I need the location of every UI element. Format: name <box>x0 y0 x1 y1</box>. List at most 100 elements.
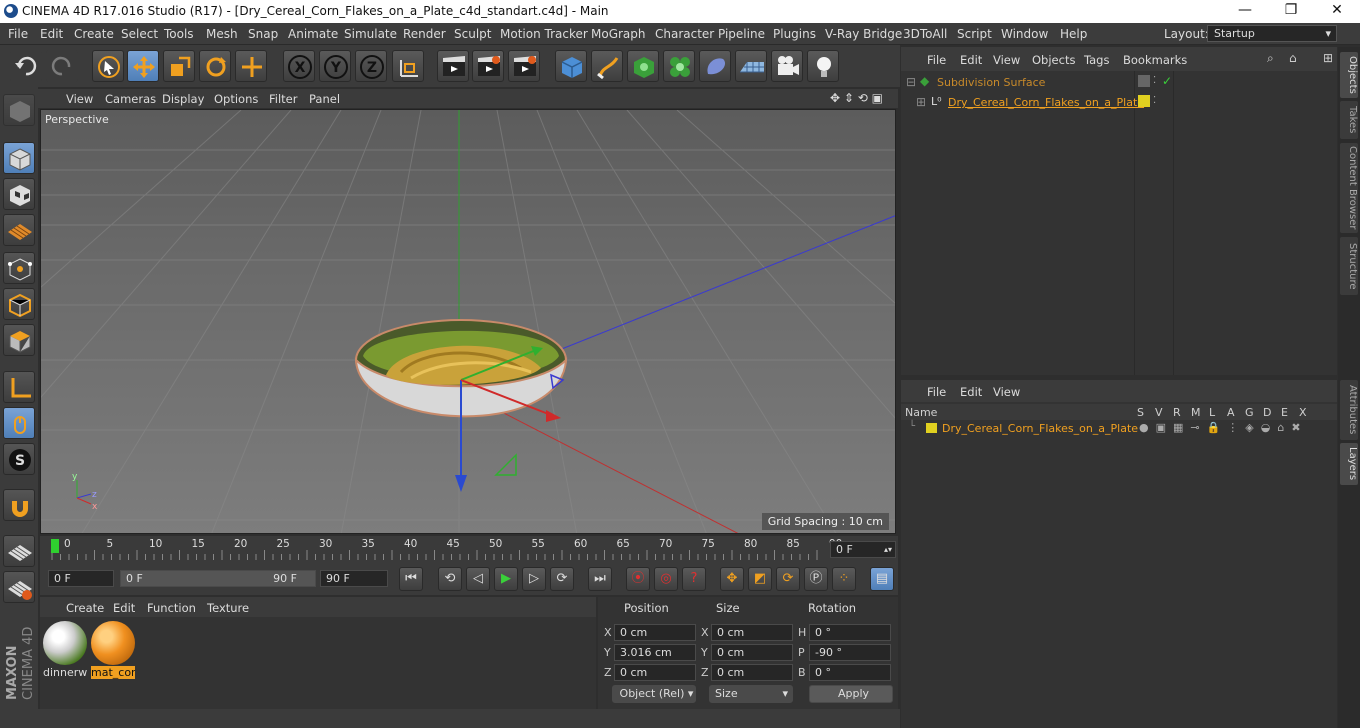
layout-select[interactable]: Startup ▾ <box>1207 25 1337 42</box>
new-view-icon[interactable]: ⊞ <box>1323 51 1333 65</box>
play-button[interactable]: ▶ <box>494 567 518 591</box>
object-menu-objects[interactable]: Objects <box>1032 53 1075 67</box>
collapse-icon[interactable]: ⊟ <box>906 75 916 89</box>
prev-frame-button[interactable]: ◁ <box>466 567 490 591</box>
move-tool-button[interactable] <box>127 50 159 82</box>
max-frame-field[interactable]: 90 F <box>320 570 388 587</box>
col-xref[interactable]: X <box>1299 406 1307 419</box>
solo-mode-button[interactable]: S <box>3 443 35 475</box>
scale-tool-button[interactable] <box>163 50 195 82</box>
col-solo[interactable]: S <box>1137 406 1144 419</box>
y-axis-lock-button[interactable]: Y <box>319 50 351 82</box>
goto-end-button[interactable]: ⏭ <box>588 567 612 591</box>
home-icon[interactable]: ⌂ <box>1289 51 1297 65</box>
size-mode-select[interactable]: Size ▾ <box>709 685 793 703</box>
coordinate-mode-select[interactable]: Object (Rel) ▾ <box>612 685 696 703</box>
timeline-ruler[interactable]: 051015202530354045505560657075808590 0 F… <box>40 536 898 562</box>
make-editable-button[interactable] <box>3 94 35 126</box>
menu-mesh[interactable]: Mesh <box>206 27 238 41</box>
search-icon[interactable]: ⌕ <box>1267 51 1274 66</box>
material-menu-texture[interactable]: Texture <box>207 601 249 615</box>
camera-button[interactable] <box>771 50 803 82</box>
material-menu-create[interactable]: Create <box>66 601 104 615</box>
layer-flag-icons[interactable]: ●▣▦⊸🔒⋮◈◒⌂✖ <box>1139 421 1308 434</box>
size-z-field[interactable]: 0 cm <box>711 664 793 681</box>
next-key-button[interactable]: ⟳ <box>550 567 574 591</box>
subdivision-surface-button[interactable] <box>627 50 659 82</box>
menu-create[interactable]: Create <box>74 27 114 41</box>
menu-motion-tracker[interactable]: Motion Tracker <box>500 27 588 41</box>
menu-character[interactable]: Character <box>655 27 714 41</box>
menu-sculpt[interactable]: Sculpt <box>454 27 491 41</box>
material-swatch-dinnerware[interactable]: dinnerw <box>43 621 87 679</box>
position-y-field[interactable]: 3.016 cm <box>614 644 696 661</box>
layer-menu-edit[interactable]: Edit <box>960 385 982 399</box>
key-position-button[interactable]: ✥ <box>720 567 744 591</box>
material-menu-function[interactable]: Function <box>147 601 196 615</box>
position-z-field[interactable]: 0 cm <box>614 664 696 681</box>
pen-spline-button[interactable] <box>591 50 623 82</box>
material-swatch-corn[interactable]: mat_cor <box>91 621 135 679</box>
key-parameter-button[interactable]: Ⓟ <box>804 567 828 591</box>
material-menu-edit[interactable]: Edit <box>113 601 135 615</box>
render-picture-viewer-button[interactable] <box>472 50 504 82</box>
tab-layers[interactable]: Layers <box>1340 443 1358 485</box>
tab-attributes[interactable]: Attributes <box>1340 380 1358 440</box>
maximize-button[interactable]: ❐ <box>1268 0 1314 23</box>
light-button[interactable] <box>807 50 839 82</box>
menu-render[interactable]: Render <box>403 27 446 41</box>
object-menu-bookmarks[interactable]: Bookmarks <box>1123 53 1187 67</box>
timeline-end-field[interactable]: 0 F ▴▾ <box>830 541 896 558</box>
3d-viewport[interactable]: y zx Perspective Grid Spacing : 10 cm <box>40 109 896 534</box>
axis-mode-button[interactable] <box>3 371 35 403</box>
viewport-menu-view[interactable]: View <box>66 92 93 106</box>
floor-button[interactable] <box>735 50 767 82</box>
layer-color-swatch[interactable] <box>926 423 937 433</box>
rotation-b-field[interactable]: 0 ° <box>809 664 891 681</box>
tab-content-browser[interactable]: Content Browser <box>1340 143 1358 233</box>
col-generators[interactable]: G <box>1245 406 1254 419</box>
deformer-button[interactable] <box>699 50 731 82</box>
col-locked[interactable]: L <box>1209 406 1215 419</box>
cube-primitive-button[interactable] <box>555 50 587 82</box>
close-button[interactable]: ✕ <box>1314 0 1360 23</box>
next-frame-button[interactable]: ▷ <box>522 567 546 591</box>
goto-start-button[interactable]: ⏮ <box>399 567 423 591</box>
x-axis-lock-button[interactable]: X <box>283 50 315 82</box>
cloner-button[interactable] <box>663 50 695 82</box>
viewport-nav-icons[interactable]: ✥ ⇕ ⟲ ▣ <box>830 91 883 105</box>
layer-menu-view[interactable]: View <box>993 385 1020 399</box>
texture-mode-button[interactable] <box>3 178 35 210</box>
model-mode-button[interactable] <box>3 142 35 174</box>
viewport-menu-filter[interactable]: Filter <box>269 92 297 106</box>
expand-icon[interactable]: ⊞ <box>916 95 926 109</box>
menu-simulate[interactable]: Simulate <box>344 27 397 41</box>
grid-snap-button[interactable] <box>3 571 35 603</box>
col-render[interactable]: R <box>1173 406 1181 419</box>
apply-button[interactable]: Apply <box>809 685 893 703</box>
menu-snap[interactable]: Snap <box>248 27 278 41</box>
viewport-menu-options[interactable]: Options <box>214 92 258 106</box>
col-name[interactable]: Name <box>905 406 937 419</box>
timeline-window-button[interactable]: ▤ <box>870 567 894 591</box>
visibility-dots-icon[interactable]: ⁚ <box>1153 75 1156 86</box>
snap-button[interactable] <box>3 489 35 521</box>
rotation-p-field[interactable]: -90 ° <box>809 644 891 661</box>
key-pla-button[interactable]: ⁘ <box>832 567 856 591</box>
menu-3dtoall[interactable]: 3DToAll <box>903 27 947 41</box>
object-menu-tags[interactable]: Tags <box>1084 53 1109 67</box>
points-mode-button[interactable] <box>3 252 35 284</box>
render-view-button[interactable] <box>437 50 469 82</box>
render-settings-button[interactable] <box>508 50 540 82</box>
tab-objects[interactable]: Objects <box>1340 52 1358 98</box>
menu-script[interactable]: Script <box>957 27 992 41</box>
key-scale-button[interactable]: ◩ <box>748 567 772 591</box>
z-axis-lock-button[interactable]: Z <box>355 50 387 82</box>
col-animation[interactable]: A <box>1227 406 1235 419</box>
object-row-subdivision[interactable]: ⊟ ◆ Subdivision Surface ⁚ ✓ <box>901 74 1337 92</box>
col-view[interactable]: V <box>1155 406 1163 419</box>
menu-animate[interactable]: Animate <box>288 27 338 41</box>
menu-file[interactable]: File <box>8 27 28 41</box>
coordinate-system-button[interactable] <box>392 50 424 82</box>
keyframe-selection-button[interactable]: ? <box>682 567 706 591</box>
